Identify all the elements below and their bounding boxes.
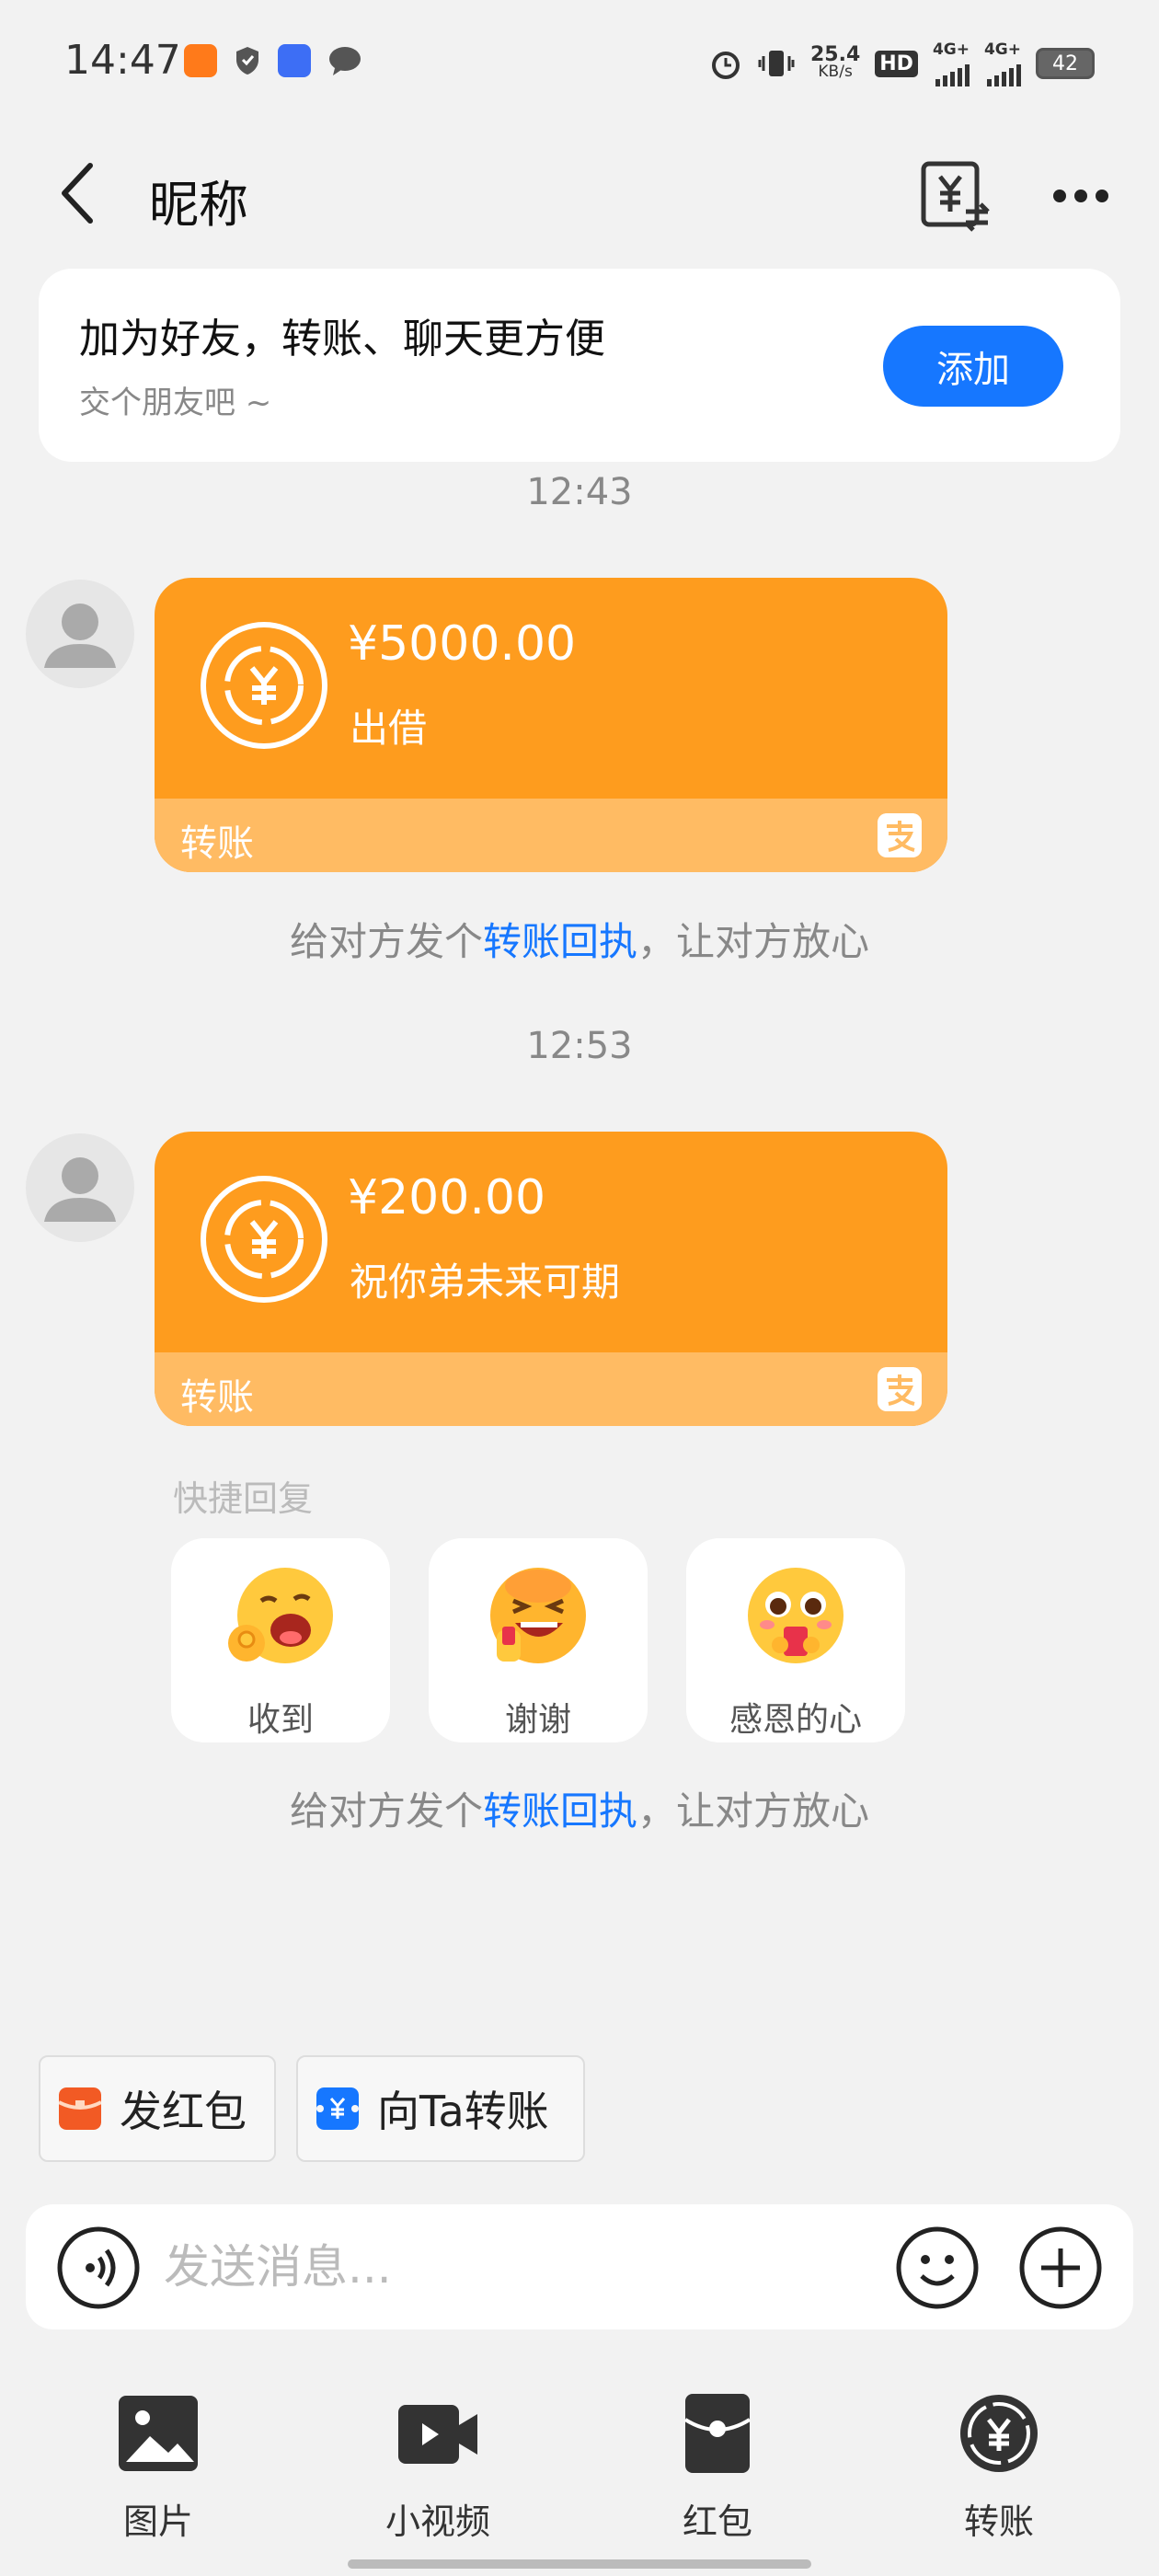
message-timestamp: 12:53 xyxy=(526,1025,633,1067)
message-input-bar xyxy=(26,2204,1133,2329)
transfer-amount: ¥200.00 xyxy=(348,1170,546,1225)
status-time: 14:47 xyxy=(64,37,181,84)
transfer-receipt-hint: 给对方发个转账回执，让对方放心 xyxy=(289,919,870,964)
tool-video[interactable]: 小视频 xyxy=(346,2392,530,2542)
signal-2: 4G+ xyxy=(984,40,1021,86)
thanks-emoji-icon xyxy=(490,1568,586,1663)
alipay-icon xyxy=(878,1367,922,1411)
avatar[interactable] xyxy=(26,1133,134,1242)
red-packet-icon xyxy=(59,2087,101,2130)
vibrate-icon xyxy=(758,51,795,76)
tool-image[interactable]: 图片 xyxy=(66,2392,250,2542)
message-bubble-icon xyxy=(329,47,361,75)
chart-app-icon xyxy=(278,44,311,77)
signal-1: 4G+ xyxy=(933,40,970,86)
red-packet-label: 发红包 xyxy=(120,2087,247,2136)
add-friend-subtitle: 交个朋友吧 ~ xyxy=(79,385,272,421)
tool-label: 红包 xyxy=(682,2501,752,2542)
tool-transfer[interactable]: 转账 xyxy=(907,2392,1091,2542)
transfer-receipt-hint: 给对方发个转账回执，让对方放心 xyxy=(289,1788,870,1834)
transfer-amount: ¥5000.00 xyxy=(348,616,577,672)
default-avatar-icon xyxy=(44,604,116,668)
transfer-type-label: 转账 xyxy=(180,822,254,865)
transfer-card-body: ¥5000.00 出借 xyxy=(155,578,947,799)
grateful-emoji-icon xyxy=(748,1568,843,1663)
page-title: 昵称 xyxy=(149,176,248,234)
back-arrow-icon[interactable] xyxy=(53,156,109,230)
transfer-record-icon[interactable] xyxy=(911,155,993,237)
transfer-message-card[interactable]: ¥5000.00 出借 转账 xyxy=(155,578,947,872)
tool-red-packet[interactable]: 红包 xyxy=(625,2392,809,2542)
tool-label: 小视频 xyxy=(384,2501,490,2542)
quick-reply-title: 快捷回复 xyxy=(173,1478,314,1519)
transfer-memo: 出借 xyxy=(350,706,428,751)
signal-bars-icon xyxy=(935,59,970,86)
quick-reply-label: 收到 xyxy=(247,1701,314,1739)
notification-icons xyxy=(184,44,362,77)
tool-label: 转账 xyxy=(963,2501,1034,2542)
transfer-card-footer: 转账 xyxy=(155,1352,947,1426)
plus-icon[interactable] xyxy=(1017,2225,1104,2311)
alipay-icon xyxy=(878,813,922,857)
quick-reply-label: 谢谢 xyxy=(504,1701,571,1739)
transfer-to-ta-button[interactable]: 向Ta转账 xyxy=(296,2055,585,2162)
shield-icon xyxy=(236,47,258,75)
emoji-icon[interactable] xyxy=(894,2225,981,2311)
quick-reply-item[interactable]: 谢谢 xyxy=(429,1538,648,1742)
transfer-message-card[interactable]: ¥200.00 祝你弟未来可期 转账 xyxy=(155,1132,947,1426)
status-bar: 14:47 25.4 KB/s HD 4G+ 4G+ 42 xyxy=(0,0,1159,120)
default-avatar-icon xyxy=(44,1157,116,1222)
send-red-packet-button[interactable]: 发红包 xyxy=(39,2055,276,2162)
home-indicator[interactable] xyxy=(348,2559,811,2569)
transfer-card-body: ¥200.00 祝你弟未来可期 xyxy=(155,1132,947,1352)
avatar[interactable] xyxy=(26,580,134,688)
transfer-memo: 祝你弟未来可期 xyxy=(350,1259,621,1305)
battery-icon: 42 xyxy=(1036,48,1095,79)
net-speed: 25.4 KB/s xyxy=(809,43,861,81)
taobao-app-icon xyxy=(184,44,217,77)
image-icon xyxy=(119,2396,198,2471)
transfer-card-footer: 转账 xyxy=(155,799,947,872)
ok-emoji-icon xyxy=(228,1568,333,1663)
quick-reply-label: 感恩的心 xyxy=(729,1701,862,1739)
message-timestamp: 12:43 xyxy=(526,471,633,513)
quick-reply-item[interactable]: 感恩的心 xyxy=(686,1538,905,1742)
transfer-receipt-link[interactable]: 转账回执 xyxy=(483,919,637,964)
hd-badge: HD xyxy=(875,50,918,77)
transfer-coin-icon xyxy=(201,622,327,749)
add-friend-button[interactable]: 添加 xyxy=(883,326,1063,407)
transfer-ticket-icon xyxy=(316,2087,359,2130)
transfer-icon xyxy=(960,2395,1038,2472)
tool-panel: 图片 小视频 红包 转账 xyxy=(0,2392,1159,2542)
status-indicators: 25.4 KB/s HD 4G+ 4G+ 42 xyxy=(709,40,1095,86)
add-friend-title: 加为好友，转账、聊天更方便 xyxy=(79,316,605,362)
message-input[interactable] xyxy=(164,2230,881,2304)
signal-bars-icon xyxy=(987,59,1021,86)
voice-input-icon[interactable] xyxy=(55,2225,142,2311)
tool-label: 图片 xyxy=(122,2501,193,2542)
add-friend-card: 加为好友，转账、聊天更方便 交个朋友吧 ~ 添加 xyxy=(39,269,1120,462)
transfer-receipt-link[interactable]: 转账回执 xyxy=(483,1788,637,1834)
transfer-to-ta-label: 向Ta转账 xyxy=(377,2087,549,2136)
alarm-icon xyxy=(711,52,740,79)
transfer-type-label: 转账 xyxy=(180,1376,254,1419)
more-icon[interactable] xyxy=(1039,155,1122,237)
quick-reply-item[interactable]: 收到 xyxy=(171,1538,390,1742)
video-icon xyxy=(398,2405,477,2464)
chat-header: 昵称 xyxy=(0,138,1159,248)
red-packet-icon xyxy=(683,2394,752,2473)
transfer-coin-icon xyxy=(201,1176,327,1303)
